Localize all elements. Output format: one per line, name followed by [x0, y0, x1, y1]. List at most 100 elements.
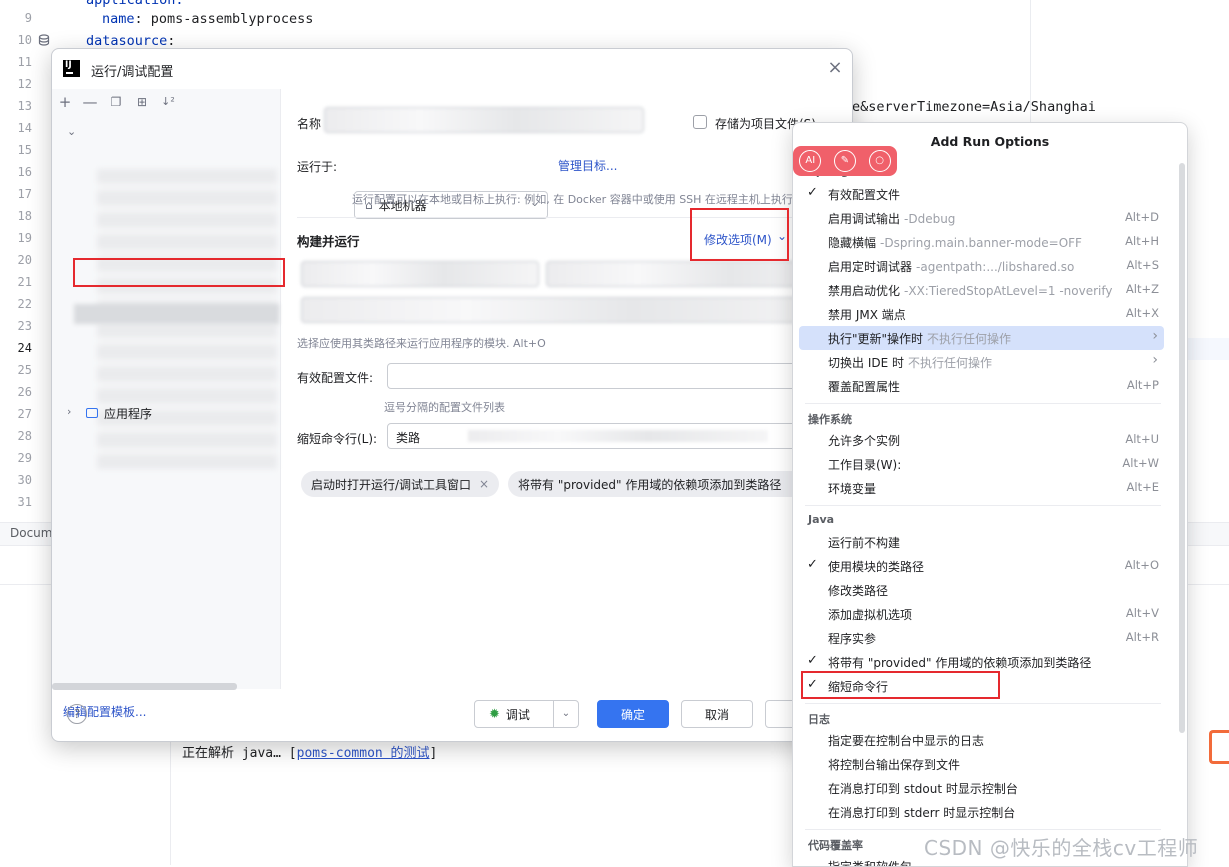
sort-icon[interactable]: ↓² — [159, 93, 177, 111]
menu-item[interactable]: ✓ 缩短命令行 — [799, 674, 1164, 698]
debug-button[interactable]: ✹ 调试 ⌄ — [474, 700, 579, 728]
menu-item-label: 将带有 "provided" 作用域的依赖项添加到类路径 — [828, 656, 1092, 670]
menu-item[interactable]: 程序实参 Alt+R — [799, 626, 1164, 650]
ai-icon[interactable]: AI — [799, 150, 822, 172]
menu-item[interactable]: ✓ 有效配置文件 — [799, 182, 1164, 206]
menu-item[interactable]: 将控制台输出保存到文件 — [799, 752, 1164, 776]
tree-item-application[interactable]: 应用程序 — [86, 404, 152, 422]
menu-item-label: 覆盖配置属性 — [828, 380, 901, 394]
copy-icon[interactable]: ❐ — [107, 93, 125, 111]
menu-item-label: 在消息打印到 stderr 时显示控制台 — [828, 806, 1016, 820]
chip-label: 启动时打开运行/调试工具窗口 — [311, 477, 472, 492]
bug-icon: ✹ — [489, 706, 500, 722]
menu-item-label: 执行"更新"操作时 不执行任何操作 — [828, 332, 1012, 346]
shorten-cmd-label: 缩短命令行(L): — [297, 432, 378, 446]
magic-wand-icon[interactable]: ✎ — [833, 150, 856, 172]
menu-item[interactable]: 执行"更新"操作时 不执行任何操作 › — [799, 326, 1164, 350]
shorten-cmd-value: 类路 — [396, 431, 421, 445]
popup-scrollbar[interactable] — [1179, 163, 1185, 733]
shorten-cmd-select[interactable]: 类路 — [387, 423, 852, 449]
menu-item[interactable]: 禁用 JMX 端点 Alt+X — [799, 302, 1164, 326]
shortcut: Alt+V — [1125, 606, 1159, 620]
line-number: 23 — [17, 319, 32, 333]
menu-item-label: 缩短命令行 — [828, 680, 889, 694]
line-number: 31 — [17, 495, 32, 509]
menu-item-label: 添加虚拟机选项 — [828, 608, 913, 622]
line-number: 14 — [17, 121, 32, 135]
shortcut: Alt+U — [1125, 432, 1159, 446]
line-number: 9 — [24, 11, 32, 25]
menu-item[interactable]: 启用定时调试器 -agentpath:.../libshared.so Alt+S — [799, 254, 1164, 278]
line-number: 27 — [17, 407, 32, 421]
add-icon[interactable]: + — [56, 93, 74, 111]
debug-label: 调试 — [505, 707, 530, 722]
menu-item[interactable]: 在消息打印到 stdout 时显示控制台 — [799, 776, 1164, 800]
build-run-title: 构建并运行 — [297, 234, 360, 249]
chevron-down-icon[interactable]: ⌄ — [67, 125, 76, 138]
manage-targets-link[interactable]: 管理目标... — [558, 157, 617, 174]
menu-item-label: 环境变量 — [828, 482, 877, 496]
separator — [297, 217, 852, 218]
line-number: 24 — [17, 341, 32, 355]
cancel-button[interactable]: 取消 — [681, 700, 753, 728]
menu-item[interactable]: 启用调试输出 -Ddebug Alt+D — [799, 206, 1164, 230]
shortcut: Alt+P — [1126, 378, 1159, 392]
menu-item[interactable]: 添加虚拟机选项 Alt+V — [799, 602, 1164, 626]
menu-item[interactable]: 工作目录(W): Alt+W — [799, 452, 1164, 476]
menu-item[interactable]: 隐藏横幅 -Dspring.main.banner-mode=OFF Alt+H — [799, 230, 1164, 254]
line-number: 22 — [17, 297, 32, 311]
shortcut: Alt+H — [1125, 234, 1159, 248]
group-header-java: Java — [808, 513, 835, 526]
menu-item-label: 有效配置文件 — [828, 188, 901, 202]
menu-item-label: 禁用启动优化 -XX:TieredStopAtLevel=1 -noverify — [828, 284, 1113, 298]
menu-item[interactable]: 运行前不构建 — [799, 530, 1164, 554]
menu-item-label: 使用模块的类路径 — [828, 560, 925, 574]
modify-options-button[interactable]: 修改选项(M) — [704, 231, 772, 248]
line-number: 29 — [17, 451, 32, 465]
menu-item[interactable]: 切换出 IDE 时不执行任何操作 › — [799, 350, 1164, 374]
menu-item[interactable]: 在消息打印到 stderr 时显示控制台 — [799, 800, 1164, 824]
group-header-log: 日志 — [808, 713, 830, 726]
search-icon[interactable]: ○ — [868, 150, 891, 172]
close-icon[interactable]: × — [479, 477, 489, 491]
name-input[interactable] — [324, 107, 644, 133]
console-output: 正在解析 java… [poms-common 的测试] — [182, 746, 438, 761]
menu-item[interactable]: 覆盖配置属性 Alt+P — [799, 374, 1164, 398]
config-form: 名称 存储为项目文件(S) 运行于: ⌂ 本地机器 ⌄ 管理目标... 运行配置… — [280, 89, 852, 689]
shortcut: Alt+E — [1126, 480, 1159, 494]
dialog-title-bar[interactable]: IJ 运行/调试配置 × — [52, 49, 852, 89]
separator — [805, 829, 1161, 830]
selected-config-blurred[interactable] — [74, 304, 279, 324]
remove-icon[interactable]: — — [81, 93, 99, 111]
close-icon[interactable]: × — [826, 59, 844, 77]
run-on-hint: 运行配置可以在本地或目标上执行: 例如, 在 Docker 容器中或使用 SSH… — [352, 193, 793, 206]
menu-item[interactable]: 修改类路径 — [799, 578, 1164, 602]
application-folder-icon — [86, 408, 98, 418]
menu-item[interactable]: ✓ 使用模块的类路径 Alt+O — [799, 554, 1164, 578]
chevron-down-icon[interactable]: ⌄ — [553, 701, 578, 727]
menu-item[interactable]: 禁用启动优化 -XX:TieredStopAtLevel=1 -noverify A… — [799, 278, 1164, 302]
config-tree-pane: + — ❐ ⊞ ↓² ⌄ › 应用程序 编辑配置模板... — [52, 89, 281, 719]
active-profiles-input[interactable] — [387, 363, 852, 389]
jdk-select[interactable] — [301, 261, 539, 287]
ok-button[interactable]: 确定 — [597, 700, 669, 728]
line-number: 12 — [17, 77, 32, 91]
help-icon[interactable]: ? — [67, 704, 87, 724]
new-folder-icon[interactable]: ⊞ — [133, 93, 151, 111]
menu-item[interactable]: 允许多个实例 Alt+U — [799, 428, 1164, 452]
console-link[interactable]: poms-common 的测试 — [297, 746, 430, 761]
chip-open-tool-window[interactable]: 启动时打开运行/调试工具窗口 × — [301, 471, 500, 497]
chip-label: 将带有 "provided" 作用域的依赖项添加到类路径 — [518, 477, 782, 492]
line-number: 15 — [17, 143, 32, 157]
chevron-right-icon[interactable]: › — [67, 405, 71, 418]
line-number: 21 — [17, 275, 32, 289]
store-as-file-checkbox[interactable] — [693, 115, 707, 129]
menu-item[interactable]: 指定要在控制台中显示的日志 — [799, 728, 1164, 752]
menu-item[interactable]: ✓ 将带有 "provided" 作用域的依赖项添加到类路径 — [799, 650, 1164, 674]
shortcut: Alt+X — [1125, 306, 1159, 320]
main-class-input[interactable] — [301, 297, 852, 323]
menu-item[interactable]: 环境变量 Alt+E — [799, 476, 1164, 500]
chevron-right-icon: › — [1152, 352, 1158, 368]
menu-item-label: 工作目录(W): — [828, 458, 902, 472]
checkmark-icon: ✓ — [807, 653, 818, 668]
